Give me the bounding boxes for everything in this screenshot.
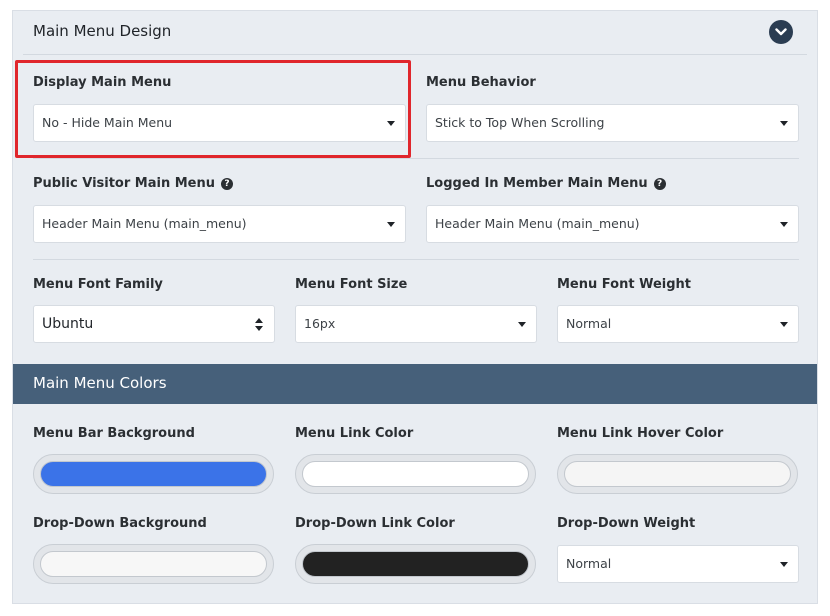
public-visitor-main-menu-select[interactable]: Header Main Menu (main_menu)	[33, 205, 406, 243]
caret-down-icon	[780, 121, 788, 126]
label-text: Menu Font Size	[295, 277, 408, 292]
label-text: Menu Bar Background	[33, 426, 195, 441]
collapse-button[interactable]	[769, 20, 793, 44]
menu-link-hover-color-picker[interactable]	[557, 454, 798, 494]
label-text: Menu Link Color	[295, 426, 414, 441]
menu-bar-background-label: Menu Bar Background	[33, 426, 195, 441]
label-text: Menu Behavior	[426, 75, 536, 90]
menu-font-weight-label: Menu Font Weight	[557, 277, 691, 292]
section-title: Main Menu Colors	[33, 374, 167, 392]
select-value: Header Main Menu (main_menu)	[42, 216, 247, 231]
divider	[33, 158, 799, 159]
logged-in-member-main-menu-label: Logged In Member Main Menu ?	[426, 176, 666, 191]
label-text: Logged In Member Main Menu	[426, 176, 648, 191]
caret-down-icon	[387, 121, 395, 126]
help-icon[interactable]: ?	[221, 177, 234, 190]
label-text: Drop-Down Weight	[557, 516, 696, 531]
select-value: Header Main Menu (main_menu)	[435, 216, 640, 231]
menu-link-color-picker[interactable]	[295, 454, 536, 494]
caret-down-icon	[780, 322, 788, 327]
label-text: Public Visitor Main Menu	[33, 176, 216, 191]
label-text: Menu Font Weight	[557, 277, 691, 292]
dropdown-weight-label: Drop-Down Weight	[557, 516, 695, 531]
menu-link-hover-color-label: Menu Link Hover Color	[557, 426, 723, 441]
color-swatch	[302, 551, 529, 577]
public-visitor-main-menu-label: Public Visitor Main Menu ?	[33, 176, 234, 191]
main-menu-design-panel: Main Menu Design Display Main Menu No - …	[12, 10, 818, 604]
label-text: Display Main Menu	[33, 75, 172, 90]
select-value: Normal	[566, 316, 612, 331]
select-value: Ubuntu	[42, 316, 94, 332]
display-main-menu-select[interactable]: No - Hide Main Menu	[33, 104, 406, 142]
divider	[33, 259, 799, 260]
caret-down-icon	[387, 222, 395, 227]
label-text: Drop-Down Background	[33, 516, 207, 531]
main-menu-colors-header: Main Menu Colors	[13, 364, 817, 404]
caret-down-icon	[780, 222, 788, 227]
dropdown-link-color-label: Drop-Down Link Color	[295, 516, 455, 531]
sort-updown-icon	[255, 318, 263, 332]
label-text: Drop-Down Link Color	[295, 516, 455, 531]
select-value: 16px	[304, 316, 336, 331]
menu-font-size-select[interactable]: 16px	[295, 305, 537, 343]
caret-down-icon	[780, 562, 788, 567]
dropdown-background-color-picker[interactable]	[33, 544, 274, 584]
dropdown-background-label: Drop-Down Background	[33, 516, 207, 531]
menu-font-size-label: Menu Font Size	[295, 277, 407, 292]
color-swatch	[40, 551, 267, 577]
color-swatch	[564, 461, 791, 487]
menu-font-family-select[interactable]: Ubuntu	[33, 305, 275, 343]
menu-link-color-label: Menu Link Color	[295, 426, 413, 441]
menu-bar-background-color-picker[interactable]	[33, 454, 274, 494]
select-value: Stick to Top When Scrolling	[435, 115, 605, 130]
panel-header: Main Menu Design	[23, 11, 807, 55]
label-text: Menu Link Hover Color	[557, 426, 724, 441]
color-swatch	[302, 461, 529, 487]
menu-font-weight-select[interactable]: Normal	[557, 305, 799, 343]
panel-title: Main Menu Design	[33, 22, 172, 40]
select-value: No - Hide Main Menu	[42, 115, 173, 130]
dropdown-weight-select[interactable]: Normal	[557, 545, 799, 583]
menu-font-family-label: Menu Font Family	[33, 277, 163, 292]
menu-behavior-label: Menu Behavior	[426, 75, 536, 90]
logged-in-member-main-menu-select[interactable]: Header Main Menu (main_menu)	[426, 205, 799, 243]
help-icon[interactable]: ?	[653, 177, 666, 190]
select-value: Normal	[566, 556, 612, 571]
caret-down-icon	[518, 322, 526, 327]
color-swatch	[40, 461, 267, 487]
dropdown-link-color-picker[interactable]	[295, 544, 536, 584]
menu-behavior-select[interactable]: Stick to Top When Scrolling	[426, 104, 799, 142]
display-main-menu-label: Display Main Menu	[33, 75, 171, 90]
chevron-down-icon	[775, 28, 787, 36]
label-text: Menu Font Family	[33, 277, 163, 292]
